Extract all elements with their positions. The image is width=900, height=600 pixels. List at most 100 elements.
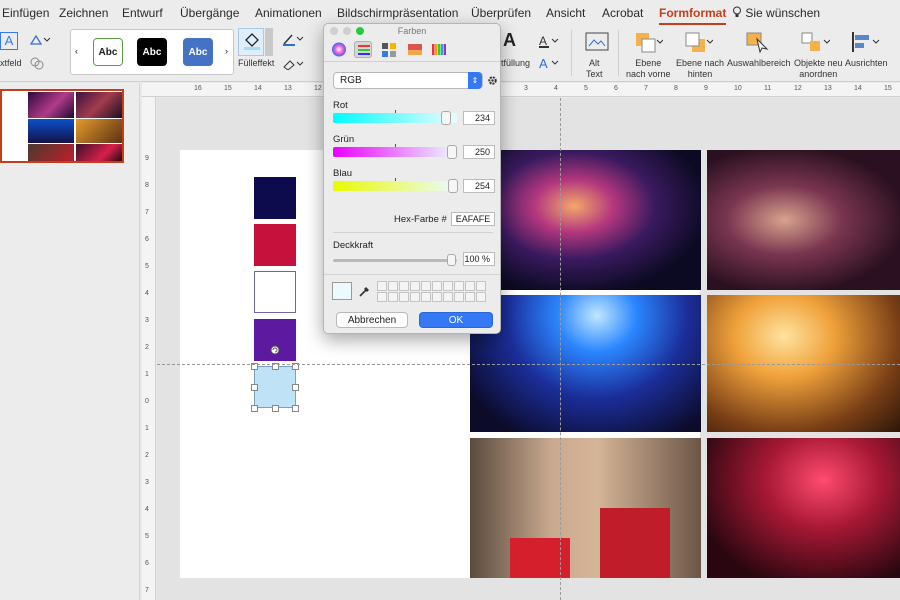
saved-color-slot[interactable] bbox=[421, 292, 431, 302]
gear-icon[interactable] bbox=[487, 75, 498, 86]
saved-color-slot[interactable] bbox=[432, 281, 442, 291]
resize-handle-r[interactable] bbox=[292, 384, 299, 391]
vertical-guide[interactable] bbox=[560, 98, 561, 600]
color-sliders-tab[interactable] bbox=[354, 41, 372, 58]
tab-acrobat[interactable]: Acrobat bbox=[602, 6, 643, 20]
effects-icon[interactable] bbox=[282, 58, 304, 70]
tab-bildschirmpraesentation[interactable]: Bildschirmpräsentation bbox=[337, 6, 458, 20]
cancel-button[interactable]: Abbrechen bbox=[336, 312, 408, 328]
eyedropper-icon[interactable] bbox=[358, 284, 372, 298]
gallery-prev-icon[interactable]: ‹ bbox=[75, 46, 78, 56]
saved-color-slot[interactable] bbox=[399, 281, 409, 291]
square-white[interactable] bbox=[254, 271, 296, 313]
saved-color-slot[interactable] bbox=[410, 281, 420, 291]
hex-value-field[interactable]: EAFAFE bbox=[451, 212, 495, 226]
photo-club-lights[interactable] bbox=[707, 438, 900, 578]
fill-dropdown[interactable] bbox=[265, 28, 273, 56]
saved-color-slot[interactable] bbox=[476, 281, 486, 291]
red-value-field[interactable]: 234 bbox=[463, 111, 495, 125]
resize-handle-l[interactable] bbox=[251, 384, 258, 391]
green-value-field[interactable]: 250 bbox=[463, 145, 495, 159]
tab-animationen[interactable]: Animationen bbox=[255, 6, 322, 20]
tab-zeichnen[interactable]: Zeichnen bbox=[59, 6, 108, 20]
send-backward-icon[interactable] bbox=[683, 31, 713, 53]
opacity-value-field[interactable]: 100 % bbox=[463, 252, 495, 266]
opacity-slider[interactable] bbox=[333, 254, 457, 266]
edit-shape-icon[interactable] bbox=[30, 34, 52, 46]
text-outline-icon[interactable]: A bbox=[538, 34, 560, 48]
rearrange-objects-icon[interactable] bbox=[800, 31, 830, 53]
slide-thumbnail[interactable] bbox=[0, 89, 124, 163]
pencils-tab[interactable] bbox=[430, 41, 448, 58]
outline-pen-icon[interactable] bbox=[282, 32, 304, 46]
red-slider-knob[interactable] bbox=[441, 111, 451, 125]
saved-color-slot[interactable] bbox=[388, 281, 398, 291]
ruler-number: 7 bbox=[145, 587, 149, 594]
saved-color-slot[interactable] bbox=[399, 292, 409, 302]
image-palettes-tab[interactable] bbox=[406, 41, 424, 58]
tab-einfuegen[interactable]: Einfügen bbox=[2, 6, 49, 20]
fill-button[interactable] bbox=[238, 28, 264, 56]
photo-party-crowd[interactable] bbox=[707, 150, 900, 290]
hex-label: Hex-Farbe # bbox=[394, 214, 447, 225]
resize-handle-br[interactable] bbox=[292, 405, 299, 412]
saved-color-slot[interactable] bbox=[410, 292, 420, 302]
tab-formformat[interactable]: Formformat bbox=[659, 6, 727, 25]
saved-color-slot[interactable] bbox=[476, 292, 486, 302]
tab-entwurf[interactable]: Entwurf bbox=[122, 6, 163, 20]
ruler-number: 2 bbox=[145, 344, 149, 351]
saved-color-slot[interactable] bbox=[421, 281, 431, 291]
photo-woman-hair[interactable] bbox=[470, 150, 701, 290]
ruler-number: 13 bbox=[824, 85, 832, 92]
square-lightblue-selected[interactable] bbox=[254, 366, 296, 408]
gallery-next-icon[interactable]: › bbox=[225, 46, 228, 56]
selection-pane-label: Auswahlbereich bbox=[727, 58, 791, 68]
red-slider[interactable] bbox=[333, 110, 457, 125]
merge-shapes-icon[interactable] bbox=[30, 56, 44, 70]
color-palettes-tab[interactable] bbox=[380, 41, 398, 58]
saved-color-slot[interactable] bbox=[388, 292, 398, 302]
saved-color-slot[interactable] bbox=[454, 281, 464, 291]
style-green-outline[interactable]: Abc bbox=[93, 38, 123, 66]
blue-slider-knob[interactable] bbox=[448, 179, 458, 193]
color-wheel-tab[interactable] bbox=[330, 41, 348, 58]
blue-value-field[interactable]: 254 bbox=[463, 179, 495, 193]
style-blue[interactable]: Abc bbox=[183, 38, 213, 66]
tab-uebergaenge[interactable]: Übergänge bbox=[180, 6, 239, 20]
saved-color-slot[interactable] bbox=[432, 292, 442, 302]
saved-color-slot[interactable] bbox=[443, 281, 453, 291]
alt-text-icon[interactable] bbox=[585, 31, 609, 53]
resize-handle-bl[interactable] bbox=[251, 405, 258, 412]
opacity-slider-knob[interactable] bbox=[447, 254, 456, 266]
text-effects-icon[interactable]: A bbox=[538, 56, 560, 70]
text-color-icon[interactable]: A bbox=[503, 30, 516, 51]
style-black[interactable]: Abc bbox=[137, 38, 167, 66]
ruler-number: 6 bbox=[145, 236, 149, 243]
current-color-swatch[interactable] bbox=[332, 282, 352, 300]
selection-pane-icon[interactable] bbox=[745, 31, 769, 53]
textbox-icon[interactable]: A bbox=[0, 32, 18, 50]
align-icon[interactable] bbox=[850, 31, 880, 53]
square-navy[interactable] bbox=[254, 177, 296, 219]
resize-handle-b[interactable] bbox=[272, 405, 279, 412]
blue-slider[interactable] bbox=[333, 178, 458, 193]
tab-ueberpruefen[interactable]: Überprüfen bbox=[471, 6, 531, 20]
saved-color-slot[interactable] bbox=[443, 292, 453, 302]
saved-color-slot[interactable] bbox=[377, 281, 387, 291]
saved-color-slot[interactable] bbox=[454, 292, 464, 302]
green-slider[interactable] bbox=[333, 144, 457, 159]
color-model-select[interactable]: RGB ⇕ bbox=[333, 72, 483, 89]
tell-me[interactable]: Sie wünschen bbox=[732, 6, 820, 20]
photo-two-women[interactable] bbox=[470, 438, 701, 578]
saved-color-slot[interactable] bbox=[377, 292, 387, 302]
horizontal-guide[interactable] bbox=[157, 364, 900, 365]
bring-forward-label: Ebene nach vorne bbox=[626, 58, 671, 79]
saved-color-slot[interactable] bbox=[465, 292, 475, 302]
bring-forward-icon[interactable] bbox=[633, 31, 663, 53]
tab-ansicht[interactable]: Ansicht bbox=[546, 6, 585, 20]
green-slider-knob[interactable] bbox=[447, 145, 457, 159]
ok-button[interactable]: OK bbox=[419, 312, 493, 328]
square-red[interactable] bbox=[254, 224, 296, 266]
rotate-handle-icon[interactable] bbox=[270, 345, 280, 355]
saved-color-slot[interactable] bbox=[465, 281, 475, 291]
